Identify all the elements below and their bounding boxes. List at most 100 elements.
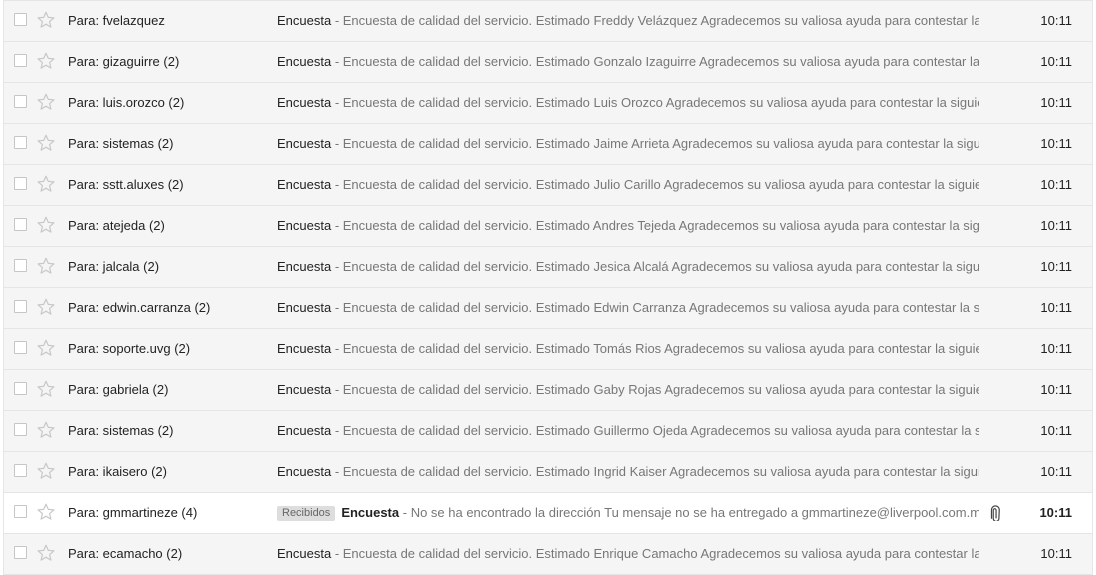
email-row[interactable]: Para: gizaguirre (2) Encuesta - Encuesta… [3,42,1093,83]
star-icon[interactable] [36,215,56,235]
email-row[interactable]: Para: gmmartineze (4) Recibidos Encuesta … [3,493,1093,534]
subject: Encuesta [277,341,332,356]
star-icon[interactable] [36,297,56,317]
message-content: Encuesta - Encuesta de calidad del servi… [277,13,979,28]
timestamp: 10:11 [1040,300,1072,315]
message-content: Encuesta - Encuesta de calidad del servi… [277,218,979,233]
select-checkbox[interactable] [14,423,27,436]
separator: - [331,464,343,479]
select-checkbox[interactable] [14,95,27,108]
timestamp: 10:11 [1040,218,1072,233]
star-icon[interactable] [36,51,56,71]
snippet: Encuesta de calidad del servicio. Estima… [342,218,979,233]
recipient-name: Para: fvelazquez [68,13,165,28]
timestamp: 10:11 [1040,464,1072,479]
email-row[interactable]: Para: sstt.aluxes (2) Encuesta - Encuest… [3,165,1093,206]
timestamp: 10:11 [1040,95,1072,110]
select-checkbox[interactable] [14,136,27,149]
message-content: Recibidos Encuesta - No se ha encontrado … [277,505,979,522]
select-checkbox[interactable] [14,300,27,313]
snippet: Encuesta de calidad del servicio. Estima… [342,259,979,274]
timestamp: 10:11 [1039,505,1072,520]
star-icon[interactable] [36,420,56,440]
subject: Encuesta [277,423,332,438]
star-icon[interactable] [36,256,56,276]
subject: Encuesta [277,218,332,233]
select-checkbox[interactable] [14,13,27,26]
snippet: Encuesta de calidad del servicio. Estima… [342,300,979,315]
email-row[interactable]: Para: atejeda (2) Encuesta - Encuesta de… [3,206,1093,247]
label-badge[interactable]: Recibidos [277,506,336,521]
timestamp: 10:11 [1040,382,1072,397]
star-icon[interactable] [36,174,56,194]
snippet: Encuesta de calidad del servicio. Estima… [342,177,979,192]
subject: Encuesta [277,382,332,397]
message-content: Encuesta - Encuesta de calidad del servi… [277,300,979,315]
select-checkbox[interactable] [14,54,27,67]
message-content: Encuesta - Encuesta de calidad del servi… [277,136,979,151]
subject: Encuesta [277,177,332,192]
separator: - [331,13,343,28]
snippet: Encuesta de calidad del servicio. Estima… [342,54,979,69]
snippet: Encuesta de calidad del servicio. Estima… [342,95,979,110]
separator: - [331,259,343,274]
subject: Encuesta [277,464,332,479]
message-content: Encuesta - Encuesta de calidad del servi… [277,54,979,69]
timestamp: 10:11 [1040,341,1072,356]
separator: - [399,505,411,520]
star-icon[interactable] [36,379,56,399]
timestamp: 10:11 [1040,13,1072,28]
subject: Encuesta [277,259,332,274]
star-icon[interactable] [36,543,56,563]
select-checkbox[interactable] [14,546,27,559]
select-checkbox[interactable] [14,341,27,354]
star-icon[interactable] [36,461,56,481]
email-row[interactable]: Para: sistemas (2) Encuesta - Encuesta d… [3,124,1093,165]
snippet: Encuesta de calidad del servicio. Estima… [342,341,979,356]
separator: - [331,546,343,561]
message-content: Encuesta - Encuesta de calidad del servi… [277,382,979,397]
select-checkbox[interactable] [14,505,27,518]
star-icon[interactable] [36,338,56,358]
recipient-name: Para: jalcala (2) [68,259,160,274]
recipient-name: Para: sistemas (2) [68,136,174,151]
star-icon[interactable] [36,92,56,112]
message-content: Encuesta - Encuesta de calidad del servi… [277,341,979,356]
select-checkbox[interactable] [14,218,27,231]
message-content: Encuesta - Encuesta de calidad del servi… [277,546,979,561]
email-row[interactable]: Para: edwin.carranza (2) Encuesta - Encu… [3,288,1093,329]
recipient-name: Para: luis.orozco (2) [68,95,185,110]
select-checkbox[interactable] [14,259,27,272]
recipient-name: Para: ikaisero (2) [68,464,167,479]
star-icon[interactable] [36,133,56,153]
recipient-name: Para: sistemas (2) [68,423,174,438]
email-row[interactable]: Para: ikaisero (2) Encuesta - Encuesta d… [3,452,1093,493]
separator: - [331,218,343,233]
email-row[interactable]: Para: gabriela (2) Encuesta - Encuesta d… [3,370,1093,411]
email-row[interactable]: Para: soporte.uvg (2) Encuesta - Encuest… [3,329,1093,370]
recipient-name: Para: gmmartineze (4) [68,505,198,520]
email-row[interactable]: Para: sistemas (2) Encuesta - Encuesta d… [3,411,1093,452]
email-row[interactable]: Para: fvelazquez Encuesta - Encuesta de … [3,1,1093,42]
recipient-name: Para: gabriela (2) [68,382,169,397]
separator: - [331,341,343,356]
email-row[interactable]: Para: luis.orozco (2) Encuesta - Encuest… [3,83,1093,124]
select-checkbox[interactable] [14,464,27,477]
snippet: Encuesta de calidad del servicio. Estima… [342,423,979,438]
snippet: Encuesta de calidad del servicio. Estima… [342,546,979,561]
star-icon[interactable] [36,502,56,522]
subject: Encuesta [277,13,332,28]
timestamp: 10:11 [1040,259,1072,274]
message-content: Encuesta - Encuesta de calidad del servi… [277,95,979,110]
timestamp: 10:11 [1040,546,1072,561]
star-icon[interactable] [36,10,56,30]
email-row[interactable]: Para: ecamacho (2) Encuesta - Encuesta d… [3,534,1093,575]
separator: - [331,54,343,69]
select-checkbox[interactable] [14,382,27,395]
timestamp: 10:11 [1040,136,1072,151]
email-row[interactable]: Para: jalcala (2) Encuesta - Encuesta de… [3,247,1093,288]
recipient-name: Para: soporte.uvg (2) [68,341,191,356]
subject: Encuesta [277,95,332,110]
recipient-name: Para: ecamacho (2) [68,546,183,561]
select-checkbox[interactable] [14,177,27,190]
